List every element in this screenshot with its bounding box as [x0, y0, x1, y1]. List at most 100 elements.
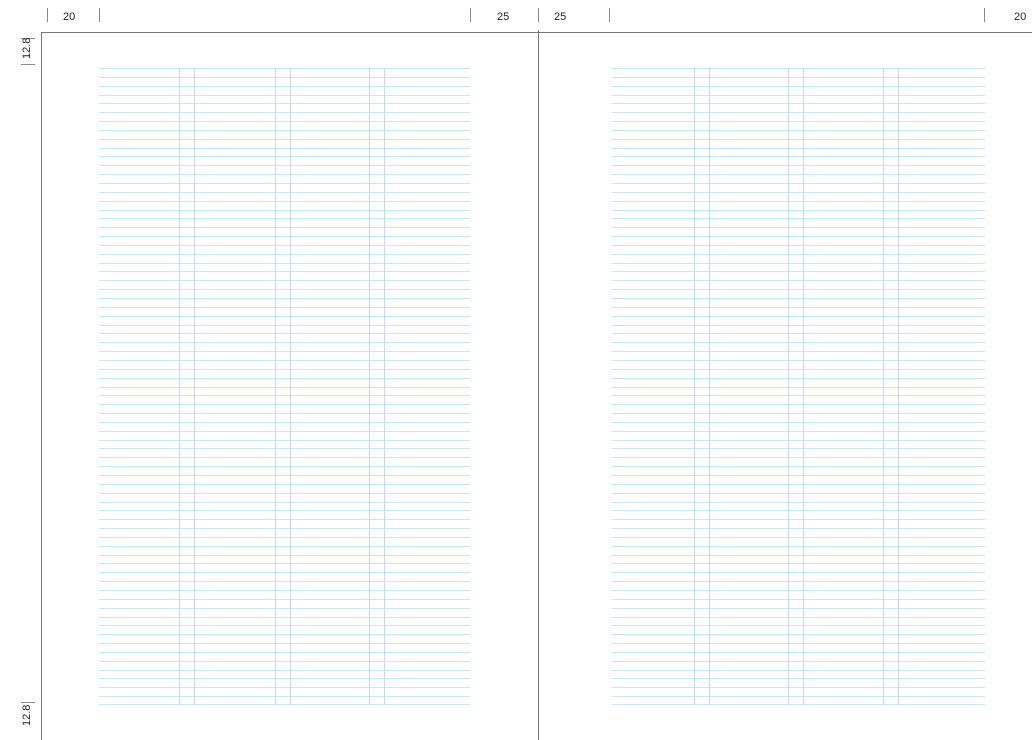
ledger-rule-line — [612, 298, 985, 299]
ledger-column-rule — [179, 68, 180, 705]
ledger-rule-line — [99, 510, 470, 511]
ledger-rule-line — [612, 555, 985, 556]
ledger-rule-line — [612, 440, 985, 441]
ledger-rule-line — [99, 643, 470, 644]
ledger-rule-line — [99, 413, 470, 414]
ledger-rule-line — [612, 156, 985, 157]
ledger-rule-line — [612, 643, 985, 644]
ledger-rule-line — [612, 696, 985, 697]
ledger-rule-line — [612, 599, 985, 600]
ledger-rule-line — [612, 537, 985, 538]
ledger-rule-line — [612, 254, 985, 255]
ledger-rule-line — [99, 378, 470, 379]
ledger-rule-line — [99, 678, 470, 679]
ledger-rule-line — [612, 245, 985, 246]
ruler-tick — [470, 8, 471, 22]
ruler-tick — [21, 702, 35, 703]
ledger-rule-line — [612, 457, 985, 458]
ledger-rule-line — [99, 696, 470, 697]
ledger-rule-line — [99, 201, 470, 202]
ledger-rule-line — [612, 307, 985, 308]
ledger-rule-line — [99, 227, 470, 228]
ledger-column-rule — [384, 68, 385, 705]
ledger-rule-line — [99, 634, 470, 635]
ruler-tick — [47, 8, 48, 22]
ledger-rule-line — [612, 422, 985, 423]
ledger-rule-line — [612, 342, 985, 343]
ledger-rule-line — [99, 387, 470, 388]
ledger-rule-line — [612, 77, 985, 78]
ledger-column-rule — [709, 68, 710, 705]
ruler-tick — [99, 8, 100, 22]
ledger-rule-line — [612, 617, 985, 618]
ledger-rule-line — [612, 652, 985, 653]
ledger-rule-line — [99, 263, 470, 264]
ledger-column-rule — [803, 68, 804, 705]
ledger-rule-line — [99, 590, 470, 591]
ledger-rule-line — [612, 563, 985, 564]
ruler-tick — [21, 64, 35, 65]
ledger-rule-line — [99, 254, 470, 255]
ledger-rule-line — [99, 316, 470, 317]
ledger-rule-line — [612, 192, 985, 193]
ledger-rule-line — [99, 148, 470, 149]
ledger-rule-line — [99, 218, 470, 219]
ledger-rule-line — [99, 493, 470, 494]
ledger-rule-line — [99, 156, 470, 157]
ledger-rule-line — [99, 192, 470, 193]
ledger-column-rule — [194, 68, 195, 705]
ledger-rule-line — [99, 572, 470, 573]
ledger-column-rule — [369, 68, 370, 705]
ledger-column-rule — [788, 68, 789, 705]
ledger-rule-line — [612, 484, 985, 485]
ledger-rule-line — [612, 95, 985, 96]
two-page-spread: 20 25 25 20 12.8 12.8 — [0, 0, 1032, 740]
ledger-rule-line — [99, 704, 470, 705]
ledger-rule-line — [99, 502, 470, 503]
ledger-rule-line — [99, 112, 470, 113]
ledger-rule-line — [612, 608, 985, 609]
ledger-rule-line — [612, 333, 985, 334]
ledger-rule-line — [612, 271, 985, 272]
ledger-rule-line — [612, 86, 985, 87]
ledger-rule-line — [99, 625, 470, 626]
ledger-rule-line — [612, 634, 985, 635]
ledger-rule-line — [99, 68, 470, 69]
ledger-rule-line — [612, 431, 985, 432]
ledger-rule-line — [612, 325, 985, 326]
ledger-rule-line — [99, 165, 470, 166]
ledger-rule-line — [612, 130, 985, 131]
ledger-rule-line — [612, 413, 985, 414]
ledger-rule-line — [99, 298, 470, 299]
ledger-rule-line — [612, 590, 985, 591]
ledger-rule-line — [612, 493, 985, 494]
ledger-rule-line — [612, 351, 985, 352]
ruler-tick — [538, 8, 539, 22]
ledger-rule-line — [99, 404, 470, 405]
ledger-rule-line — [612, 369, 985, 370]
ledger-rule-line — [99, 608, 470, 609]
ledger-rule-line — [612, 112, 985, 113]
ledger-rule-line — [99, 448, 470, 449]
ledger-rule-line — [99, 519, 470, 520]
ledger-rule-line — [99, 431, 470, 432]
ledger-rule-line — [612, 704, 985, 705]
ledger-rule-line — [99, 422, 470, 423]
ledger-rule-line — [99, 546, 470, 547]
ledger-rule-line — [612, 519, 985, 520]
ledger-rule-line — [612, 103, 985, 104]
ledger-rule-line — [99, 121, 470, 122]
left-outer-margin-label: 25 — [497, 11, 510, 23]
ledger-rule-line — [612, 316, 985, 317]
ledger-rule-line — [99, 325, 470, 326]
ledger-rule-line — [612, 687, 985, 688]
ledger-rule-line — [612, 670, 985, 671]
ledger-rule-line — [99, 280, 470, 281]
ledger-rule-line — [99, 77, 470, 78]
ledger-rule-line — [99, 661, 470, 662]
left-inner-margin-label: 20 — [63, 11, 76, 23]
top-margin-label: 12.8 — [21, 37, 33, 59]
ledger-column-rule — [275, 68, 276, 705]
left-ledger-page — [99, 68, 470, 705]
ledger-rule-line — [99, 563, 470, 564]
